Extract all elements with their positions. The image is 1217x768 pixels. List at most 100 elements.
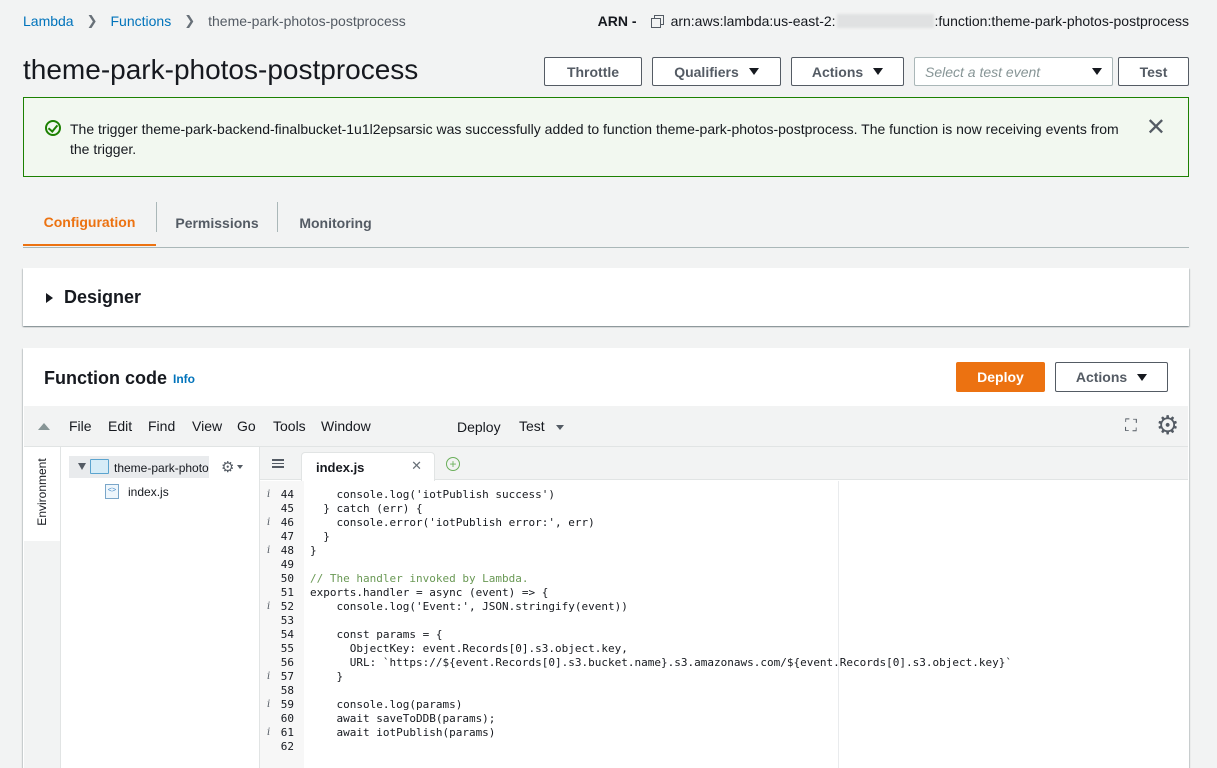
code-line: 58 [260,684,1188,698]
designer-title: Designer [64,287,142,307]
arn-label: ARN - [597,13,637,29]
throttle-button-label: Throttle [566,63,620,80]
tree-file-index[interactable]: index.js [128,485,169,499]
menu-file[interactable]: File [69,418,92,434]
breadcrumb-lambda[interactable]: Lambda [23,13,74,29]
tab-configuration[interactable]: Configuration [23,200,156,246]
environment-label: Environment [35,458,49,526]
file-tree: theme-park-photos- ⚙ <> index.js [61,447,260,768]
info-icon[interactable]: i [267,726,270,740]
code-text: const params = { [310,628,443,641]
line-number: 58 [280,684,294,697]
editor-tab-index[interactable]: index.js ✕ [301,452,435,481]
menu-go[interactable]: Go [237,418,256,434]
code-line: 45 } catch (err) { [260,502,1188,516]
ide-deploy-button[interactable]: Deploy [457,419,501,435]
close-icon[interactable]: ✕ [411,458,422,474]
expand-icon[interactable]: ⛶ [1125,416,1137,436]
info-link[interactable]: Info [173,372,195,386]
menu-window[interactable]: Window [321,418,371,434]
line-number: 57 [280,670,294,683]
code-editor-ide: File Edit Find View Go Tools Window Depl… [24,406,1188,768]
code-line: 54 const params = { [260,628,1188,642]
info-icon[interactable]: i [267,516,270,530]
test-button[interactable]: Test [1118,57,1189,86]
file-list-icon[interactable] [272,459,284,468]
deploy-button-label: Deploy [977,369,1024,385]
redacted-account-id [836,14,934,28]
page-title: theme-park-photos-postprocess [23,54,419,85]
info-icon[interactable]: i [267,698,270,712]
collapse-up-icon[interactable] [38,423,50,430]
environment-tab[interactable]: Environment [24,447,61,541]
menu-edit[interactable]: Edit [108,418,132,434]
code-line: 47 } [260,530,1188,544]
breadcrumb: Lambda ❯ Functions ❯ theme-park-photos-p… [23,13,406,29]
line-number: 59 [280,698,294,711]
info-icon[interactable]: i [267,488,270,502]
line-number: 51 [280,586,294,599]
caret-down-icon [748,68,759,75]
menu-view[interactable]: View [192,418,222,434]
line-number: 46 [280,516,294,529]
qualifiers-button-label: Qualifiers [674,63,739,80]
gear-icon[interactable]: ⚙ [1156,411,1179,439]
code-text: ObjectKey: event.Records[0].s3.object.ke… [310,642,628,655]
throttle-button[interactable]: Throttle [544,57,642,86]
tab-bar: Configuration Permissions Monitoring [23,200,1189,248]
caret-down-icon[interactable] [237,465,243,469]
qualifiers-button[interactable]: Qualifiers [652,57,781,86]
code-actions-button[interactable]: Actions [1055,362,1168,392]
test-button-label: Test [1139,63,1168,80]
info-icon[interactable]: i [267,600,270,614]
code-actions-label: Actions [1075,369,1128,385]
actions-button[interactable]: Actions [791,57,904,86]
caret-down-icon[interactable] [556,425,564,430]
success-flash: The trigger theme-park-backend-finalbuck… [23,97,1189,177]
arn-suffix: :function:theme-park-photos-postprocess [934,13,1189,29]
designer-panel[interactable]: Designer [23,268,1189,326]
js-file-icon: <> [105,484,119,499]
close-icon[interactable]: ✕ [1146,116,1166,140]
copy-icon[interactable] [650,15,664,28]
caret-down-icon [873,68,884,75]
code-line: 60 await saveToDDB(params); [260,712,1188,726]
code-text: console.error('iotPublish error:', err) [310,516,595,529]
check-circle-icon [45,120,61,136]
deploy-button[interactable]: Deploy [956,362,1045,392]
plus-icon[interactable]: + [446,457,460,471]
info-icon[interactable]: i [267,670,270,684]
ide-menubar: File Edit Find View Go Tools Window Depl… [24,406,1188,447]
ide-test-button[interactable]: Test [519,418,545,434]
code-line: 53 [260,614,1188,628]
caret-down-icon [1092,68,1102,75]
chevron-down-icon[interactable] [78,463,86,470]
tab-permissions[interactable]: Permissions [157,200,277,246]
line-number: 50 [280,572,294,585]
code-line: 51 exports.handler = async (event) => { [260,586,1188,600]
code-text: exports.handler = async (event) => { [310,586,549,599]
actions-button-label: Actions [811,63,864,80]
line-number: 60 [280,712,294,725]
line-number: 52 [280,600,294,613]
code-line: i 57 } [260,670,1188,684]
menu-find[interactable]: Find [148,418,175,434]
gear-icon[interactable]: ⚙ [221,458,234,476]
test-event-select[interactable]: Select a test event [914,57,1113,86]
menu-tools[interactable]: Tools [273,418,306,434]
line-number: 44 [280,488,294,501]
tab-monitoring[interactable]: Monitoring [278,200,393,246]
info-icon[interactable]: i [267,544,270,558]
code-text: } [310,530,330,543]
breadcrumb-functions[interactable]: Functions [111,13,172,29]
line-number: 61 [280,726,294,739]
code-text: await saveToDDB(params); [310,712,496,725]
folder-icon [90,459,109,474]
function-code-panel: Function code Info Deploy Actions File E… [23,348,1189,768]
code-line: i 48} [260,544,1188,558]
line-number: 53 [280,614,294,627]
code-text: console.log('Event:', JSON.stringify(eve… [310,600,628,613]
line-number: 55 [280,642,294,655]
code-area[interactable]: i 44 console.log('iotPublish success') 45 … [260,481,1188,768]
code-line: 56 URL: `https://${event.Records[0].s3.b… [260,656,1188,670]
